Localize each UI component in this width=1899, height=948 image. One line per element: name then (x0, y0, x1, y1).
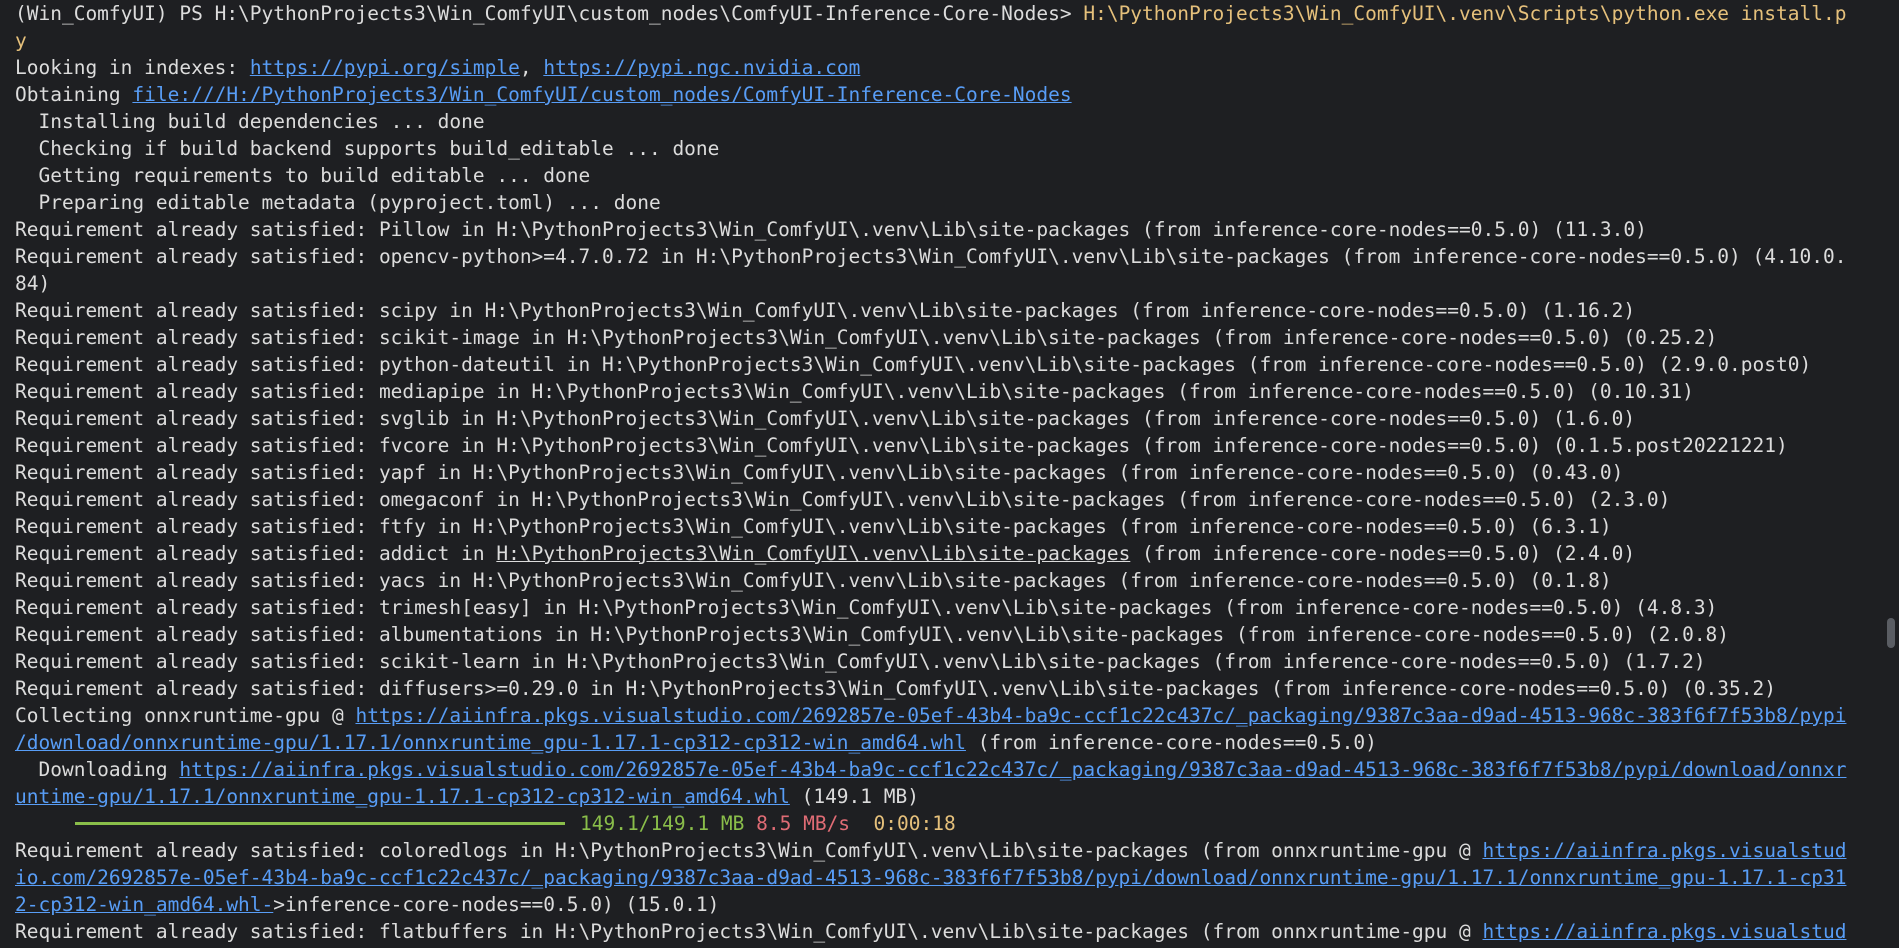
terminal-line: Requirement already satisfied: scikit-le… (15, 648, 1884, 675)
terminal-line: Installing build dependencies ... done (15, 108, 1884, 135)
terminal-link[interactable]: https://aiinfra.pkgs.visualstudio.com/26… (179, 758, 1846, 781)
terminal-link[interactable]: untime-gpu/1.17.1/onnxruntime_gpu-1.17.1… (15, 785, 790, 808)
terminal-link[interactable]: file:///H:/PythonProjects3/Win_ComfyUI/c… (132, 83, 1071, 106)
terminal-line: Requirement already satisfied: scipy in … (15, 297, 1884, 324)
terminal-text: Requirement already satisfied: Pillow in… (15, 218, 1647, 241)
terminal-text: Requirement already satisfied: omegaconf… (15, 488, 1671, 511)
terminal-text: Requirement already satisfied: python-da… (15, 353, 1812, 376)
terminal-text: Requirement already satisfied: diffusers… (15, 677, 1776, 700)
terminal-line: io.com/2692857e-05ef-43b4-ba9c-ccf1c22c4… (15, 864, 1884, 891)
terminal-text: (149.1 MB) (789, 785, 919, 808)
terminal-link[interactable]: https://aiinfra.pkgs.visualstud (1483, 920, 1847, 943)
download-eta: 0:00:18 (873, 812, 956, 835)
terminal-line: Checking if build backend supports build… (15, 135, 1884, 162)
terminal-text: Requirement already satisfied: trimesh[e… (15, 596, 1718, 619)
terminal-text: 84) (15, 272, 51, 295)
terminal-text: Requirement already satisfied: coloredlo… (15, 839, 1483, 862)
terminal-output[interactable]: (Win_ComfyUI) PS H:\PythonProjects3\Win_… (0, 0, 1899, 948)
download-progress-line: 149.1/149.1 MB 8.5 MB/s 0:00:18 (15, 810, 1884, 837)
terminal-line: Requirement already satisfied: mediapipe… (15, 378, 1884, 405)
terminal-line: Requirement already satisfied: albumenta… (15, 621, 1884, 648)
terminal-line: Collecting onnxruntime-gpu @ https://aii… (15, 702, 1884, 729)
terminal-text: Checking if build backend supports build… (15, 137, 720, 160)
command-text: H:\PythonProjects3\Win_ComfyUI\.venv\Scr… (1083, 2, 1847, 25)
terminal-line: (Win_ComfyUI) PS H:\PythonProjects3\Win_… (15, 0, 1884, 27)
terminal-line: Requirement already satisfied: yacs in H… (15, 567, 1884, 594)
terminal-text: Getting requirements to build editable .… (15, 164, 591, 187)
terminal-text: , (519, 56, 544, 79)
download-speed: 8.5 MB/s (756, 812, 851, 835)
terminal-line: Requirement already satisfied: coloredlo… (15, 837, 1884, 864)
terminal-text: Installing build dependencies ... done (15, 110, 485, 133)
terminal-line: Requirement already satisfied: omegaconf… (15, 486, 1884, 513)
terminal-line: Requirement already satisfied: trimesh[e… (15, 594, 1884, 621)
terminal-text: Requirement already satisfied: mediapipe… (15, 380, 1694, 403)
terminal-line: 2-cp312-win_amd64.whl->inference-core-no… (15, 891, 1884, 918)
terminal-text: H:\PythonProjects3\Win_ComfyUI\.venv\Lib… (496, 542, 1131, 565)
terminal-line: y (15, 27, 1884, 54)
terminal-link[interactable]: io.com/2692857e-05ef-43b4-ba9c-ccf1c22c4… (15, 866, 1846, 889)
terminal-text: Requirement already satisfied: scikit-le… (15, 650, 1706, 673)
terminal-text: Requirement already satisfied: scikit-im… (15, 326, 1718, 349)
terminal-link[interactable]: https://aiinfra.pkgs.visualstudio.com/26… (355, 704, 1846, 727)
terminal-text: Requirement already satisfied: ftfy in H… (15, 515, 1612, 538)
terminal-text: >inference-core-nodes==0.5.0) (15.0.1) (273, 893, 720, 916)
terminal-link[interactable]: /download/onnxruntime-gpu/1.17.1/onnxrun… (15, 731, 966, 754)
terminal-text: Looking in indexes: (15, 56, 250, 79)
terminal-text: Requirement already satisfied: svglib in… (15, 407, 1636, 430)
terminal-line: Getting requirements to build editable .… (15, 162, 1884, 189)
download-size: 149.1/149.1 MB (580, 812, 745, 835)
terminal-text: Requirement already satisfied: fvcore in… (15, 434, 1788, 457)
terminal-text: Downloading (15, 758, 180, 781)
terminal-text: Preparing editable metadata (pyproject.t… (15, 191, 661, 214)
terminal-text: Obtaining (15, 83, 133, 106)
scrollbar-thumb[interactable] (1887, 618, 1895, 648)
terminal-line: Obtaining file:///H:/PythonProjects3/Win… (15, 81, 1884, 108)
terminal-line: Requirement already satisfied: opencv-py… (15, 243, 1884, 270)
terminal-line: Requirement already satisfied: ftfy in H… (15, 513, 1884, 540)
terminal-text: (from inference-core-nodes==0.5.0) (965, 731, 1377, 754)
terminal-line: Downloading https://aiinfra.pkgs.visuals… (15, 756, 1884, 783)
terminal-text: Collecting onnxruntime-gpu @ (15, 704, 356, 727)
terminal-line: untime-gpu/1.17.1/onnxruntime_gpu-1.17.1… (15, 783, 1884, 810)
terminal-text: Requirement already satisfied: flatbuffe… (15, 920, 1483, 943)
terminal-line: Looking in indexes: https://pypi.org/sim… (15, 54, 1884, 81)
terminal-line: Requirement already satisfied: fvcore in… (15, 432, 1884, 459)
terminal-text: (from inference-core-nodes==0.5.0) (2.4.… (1130, 542, 1636, 565)
terminal-text: Requirement already satisfied: addict in (15, 542, 497, 565)
command-text: y (15, 29, 27, 52)
terminal-text: Requirement already satisfied: albumenta… (15, 623, 1730, 646)
terminal-line: Requirement already satisfied: yapf in H… (15, 459, 1884, 486)
terminal-link[interactable]: https://pypi.org/simple (250, 56, 520, 79)
terminal-line: Requirement already satisfied: flatbuffe… (15, 918, 1884, 945)
terminal-line: Requirement already satisfied: python-da… (15, 351, 1884, 378)
terminal-line: Requirement already satisfied: diffusers… (15, 675, 1884, 702)
terminal-text: Requirement already satisfied: scipy in … (15, 299, 1636, 322)
terminal-line: Preparing editable metadata (pyproject.t… (15, 189, 1884, 216)
download-progress-bar (75, 810, 565, 837)
terminal-text: Requirement already satisfied: yapf in H… (15, 461, 1624, 484)
terminal-line: 84) (15, 270, 1884, 297)
terminal-text: Requirement already satisfied: yacs in H… (15, 569, 1612, 592)
terminal-link[interactable]: 2-cp312-win_amd64.whl- (15, 893, 273, 916)
terminal-line: Requirement already satisfied: scikit-im… (15, 324, 1884, 351)
terminal-text: Requirement already satisfied: opencv-py… (15, 245, 1847, 268)
terminal-line: Requirement already satisfied: addict in… (15, 540, 1884, 567)
terminal-link[interactable]: https://aiinfra.pkgs.visualstud (1483, 839, 1847, 862)
terminal-link[interactable]: https://pypi.ngc.nvidia.com (543, 56, 860, 79)
terminal-line: /download/onnxruntime-gpu/1.17.1/onnxrun… (15, 729, 1884, 756)
terminal-line: Requirement already satisfied: Pillow in… (15, 216, 1884, 243)
terminal-text: (Win_ComfyUI) PS H:\PythonProjects3\Win_… (15, 2, 1084, 25)
terminal-line: Requirement already satisfied: svglib in… (15, 405, 1884, 432)
